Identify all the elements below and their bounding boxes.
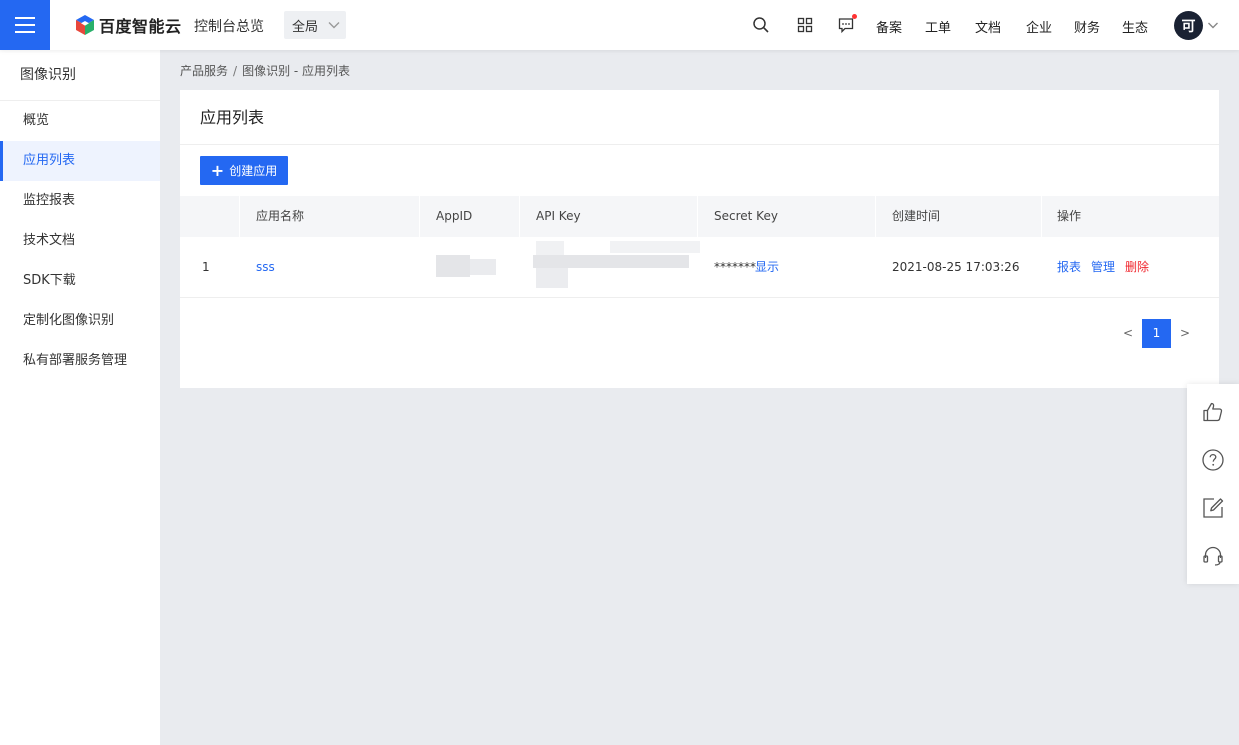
top-navbar: 百度智能云 控制台总览 全局 备案 工单 文档 企业 财务 生态 可 <box>0 0 1239 50</box>
headset-icon[interactable] <box>1201 544 1225 568</box>
column-header-actions: 操作 <box>1057 209 1082 223</box>
nav-link-ecosystem[interactable]: 生态 <box>1122 17 1148 36</box>
help-circle-icon[interactable] <box>1201 448 1225 472</box>
column-divider <box>1041 196 1042 237</box>
sidebar-item-tech-docs[interactable]: 技术文档 <box>0 221 160 261</box>
sidebar-item-sdk-download[interactable]: SDK下载 <box>0 261 160 301</box>
column-divider <box>419 196 420 237</box>
sidebar: 图像识别 概览 应用列表 监控报表 技术文档 SDK下载 定制化图像识别 私有部… <box>0 50 160 745</box>
nav-link-beian[interactable]: 备案 <box>876 17 902 36</box>
breadcrumb-separator: / <box>233 64 238 78</box>
report-action-link[interactable]: 报表 <box>1057 237 1081 298</box>
row-index: 1 <box>202 260 210 274</box>
edit-icon[interactable] <box>1201 496 1225 520</box>
column-header-api-key: API Key <box>536 209 581 223</box>
region-value: 全局 <box>292 19 319 35</box>
notification-dot <box>852 14 857 19</box>
console-overview-link[interactable]: 控制台总览 <box>194 16 264 36</box>
delete-action-link[interactable]: 删除 <box>1125 237 1149 298</box>
column-header-appid: AppID <box>436 209 473 223</box>
column-divider <box>519 196 520 237</box>
column-divider <box>239 196 240 237</box>
pagination: < 1 > <box>1114 318 1199 348</box>
pagination-page-1[interactable]: 1 <box>1142 318 1171 348</box>
created-time: 2021-08-25 17:03:26 <box>892 260 1020 274</box>
sidebar-item-monitoring[interactable]: 监控报表 <box>0 181 160 221</box>
breadcrumb: 产品服务 / 图像识别 - 应用列表 <box>180 62 350 79</box>
brand-logo[interactable]: 百度智能云 <box>75 13 182 37</box>
sidebar-title: 图像识别 <box>0 50 160 101</box>
floating-tool-rail <box>1187 384 1239 584</box>
chevron-down-icon[interactable] <box>1207 19 1219 31</box>
menu-line <box>15 17 35 19</box>
message-icon[interactable] <box>837 14 857 34</box>
column-header-secret-key: Secret Key <box>714 209 778 223</box>
secret-key-masked: ******* <box>714 260 756 274</box>
chevron-down-icon <box>328 22 340 29</box>
page-title: 应用列表 <box>180 90 1219 145</box>
hamburger-menu-button[interactable] <box>0 0 50 50</box>
sidebar-item-app-list[interactable]: 应用列表 <box>0 141 160 181</box>
create-app-button[interactable]: + 创建应用 <box>200 156 288 185</box>
app-name-link[interactable]: sss <box>256 237 275 298</box>
manage-action-link[interactable]: 管理 <box>1091 237 1115 298</box>
sidebar-item-overview[interactable]: 概览 <box>0 101 160 141</box>
create-app-label: 创建应用 <box>229 164 278 178</box>
user-avatar[interactable]: 可 <box>1174 11 1203 40</box>
apps-grid-icon[interactable] <box>796 16 814 34</box>
app-table: 应用名称 AppID API Key Secret Key 创建时间 操作 1 … <box>180 196 1219 298</box>
pagination-prev-button[interactable]: < <box>1114 326 1142 340</box>
menu-line <box>15 24 35 26</box>
sidebar-item-custom-recognition[interactable]: 定制化图像识别 <box>0 301 160 341</box>
table-header: 应用名称 AppID API Key Secret Key 创建时间 操作 <box>180 196 1219 237</box>
plus-icon: + <box>210 160 225 180</box>
nav-link-enterprise[interactable]: 企业 <box>1026 17 1052 36</box>
nav-link-finance[interactable]: 财务 <box>1074 17 1100 36</box>
table-row: 1 sss ******* 显示 2021-08-25 17:03:26 报表 … <box>180 237 1219 298</box>
column-header-created: 创建时间 <box>892 209 941 223</box>
menu-line <box>15 31 35 33</box>
cube-logo-icon <box>76 15 94 35</box>
logo-text: 百度智能云 <box>99 17 182 36</box>
region-select[interactable]: 全局 <box>284 11 346 39</box>
breadcrumb-current: 图像识别 - 应用列表 <box>242 64 351 78</box>
breadcrumb-root-link[interactable]: 产品服务 <box>180 64 228 78</box>
nav-link-ticket[interactable]: 工单 <box>925 17 951 36</box>
nav-link-docs[interactable]: 文档 <box>975 17 1001 36</box>
column-header-name: 应用名称 <box>256 209 305 223</box>
sidebar-item-private-deploy[interactable]: 私有部署服务管理 <box>0 341 160 381</box>
thumbs-up-icon[interactable] <box>1201 400 1225 424</box>
show-secret-key-link[interactable]: 显示 <box>755 237 779 298</box>
app-list-card: 应用列表 + 创建应用 应用名称 AppID API Key Secret Ke… <box>180 90 1219 388</box>
column-divider <box>697 196 698 237</box>
pagination-next-button[interactable]: > <box>1171 326 1199 340</box>
search-icon[interactable] <box>752 16 770 34</box>
column-divider <box>875 196 876 237</box>
